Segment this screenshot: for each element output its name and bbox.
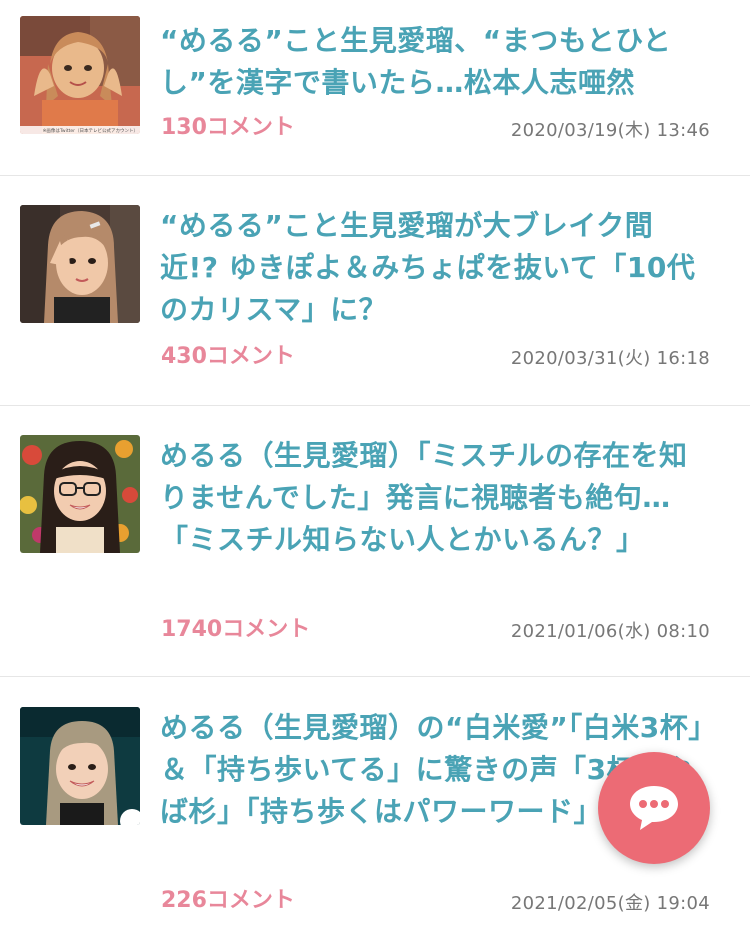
article-thumbnail[interactable] — [20, 435, 140, 553]
thumbnail-image-1: ※画像はTwitter（日本テレビ公式アカウント） — [20, 16, 140, 134]
article-title[interactable]: “めるる”こと生見愛瑠、“まつもとひとし”を漢字で書いたら…松本人志唖然 — [160, 20, 708, 104]
article-item[interactable]: ※画像はTwitter（日本テレビ公式アカウント） “めるる”こと生見愛瑠、“ま… — [0, 0, 750, 176]
comment-count[interactable]: 130コメント — [161, 114, 295, 142]
article-thumbnail[interactable] — [20, 205, 140, 323]
chat-button[interactable] — [598, 752, 710, 864]
comment-count[interactable]: 430コメント — [161, 343, 295, 371]
chat-bubble-icon — [630, 786, 678, 830]
article-date: 2020/03/31(火) 16:18 — [510, 348, 710, 369]
comment-count[interactable]: 1740コメント — [161, 616, 310, 644]
article-item[interactable]: “めるる”こと生見愛瑠が大ブレイク間近!? ゆきぽよ＆みちょぱを抜いて「10代の… — [0, 176, 750, 406]
article-title[interactable]: “めるる”こと生見愛瑠が大ブレイク間近!? ゆきぽよ＆みちょぱを抜いて「10代の… — [160, 205, 708, 331]
thumbnail-image-4 — [20, 707, 140, 825]
comment-count[interactable]: 226コメント — [161, 887, 295, 915]
article-thumbnail[interactable]: ※画像はTwitter（日本テレビ公式アカウント） — [20, 16, 140, 134]
article-list-page: ※画像はTwitter（日本テレビ公式アカウント） “めるる”こと生見愛瑠、“ま… — [0, 0, 750, 952]
article-thumbnail[interactable] — [20, 707, 140, 825]
article-date: 2021/01/06(水) 08:10 — [510, 621, 710, 642]
thumbnail-image-3 — [20, 435, 140, 553]
article-title[interactable]: めるる（生見愛瑠）「ミスチルの存在を知りませんでした」発言に視聴者も絶句…「ミス… — [160, 435, 708, 603]
article-item[interactable]: めるる（生見愛瑠）「ミスチルの存在を知りませんでした」発言に視聴者も絶句…「ミス… — [0, 406, 750, 677]
image-credit-text: ※画像はTwitter（日本テレビ公式アカウント） — [43, 127, 138, 134]
article-date: 2021/02/05(金) 19:04 — [510, 893, 710, 914]
thumbnail-image-2 — [20, 205, 140, 323]
article-date: 2020/03/19(木) 13:46 — [510, 120, 710, 141]
